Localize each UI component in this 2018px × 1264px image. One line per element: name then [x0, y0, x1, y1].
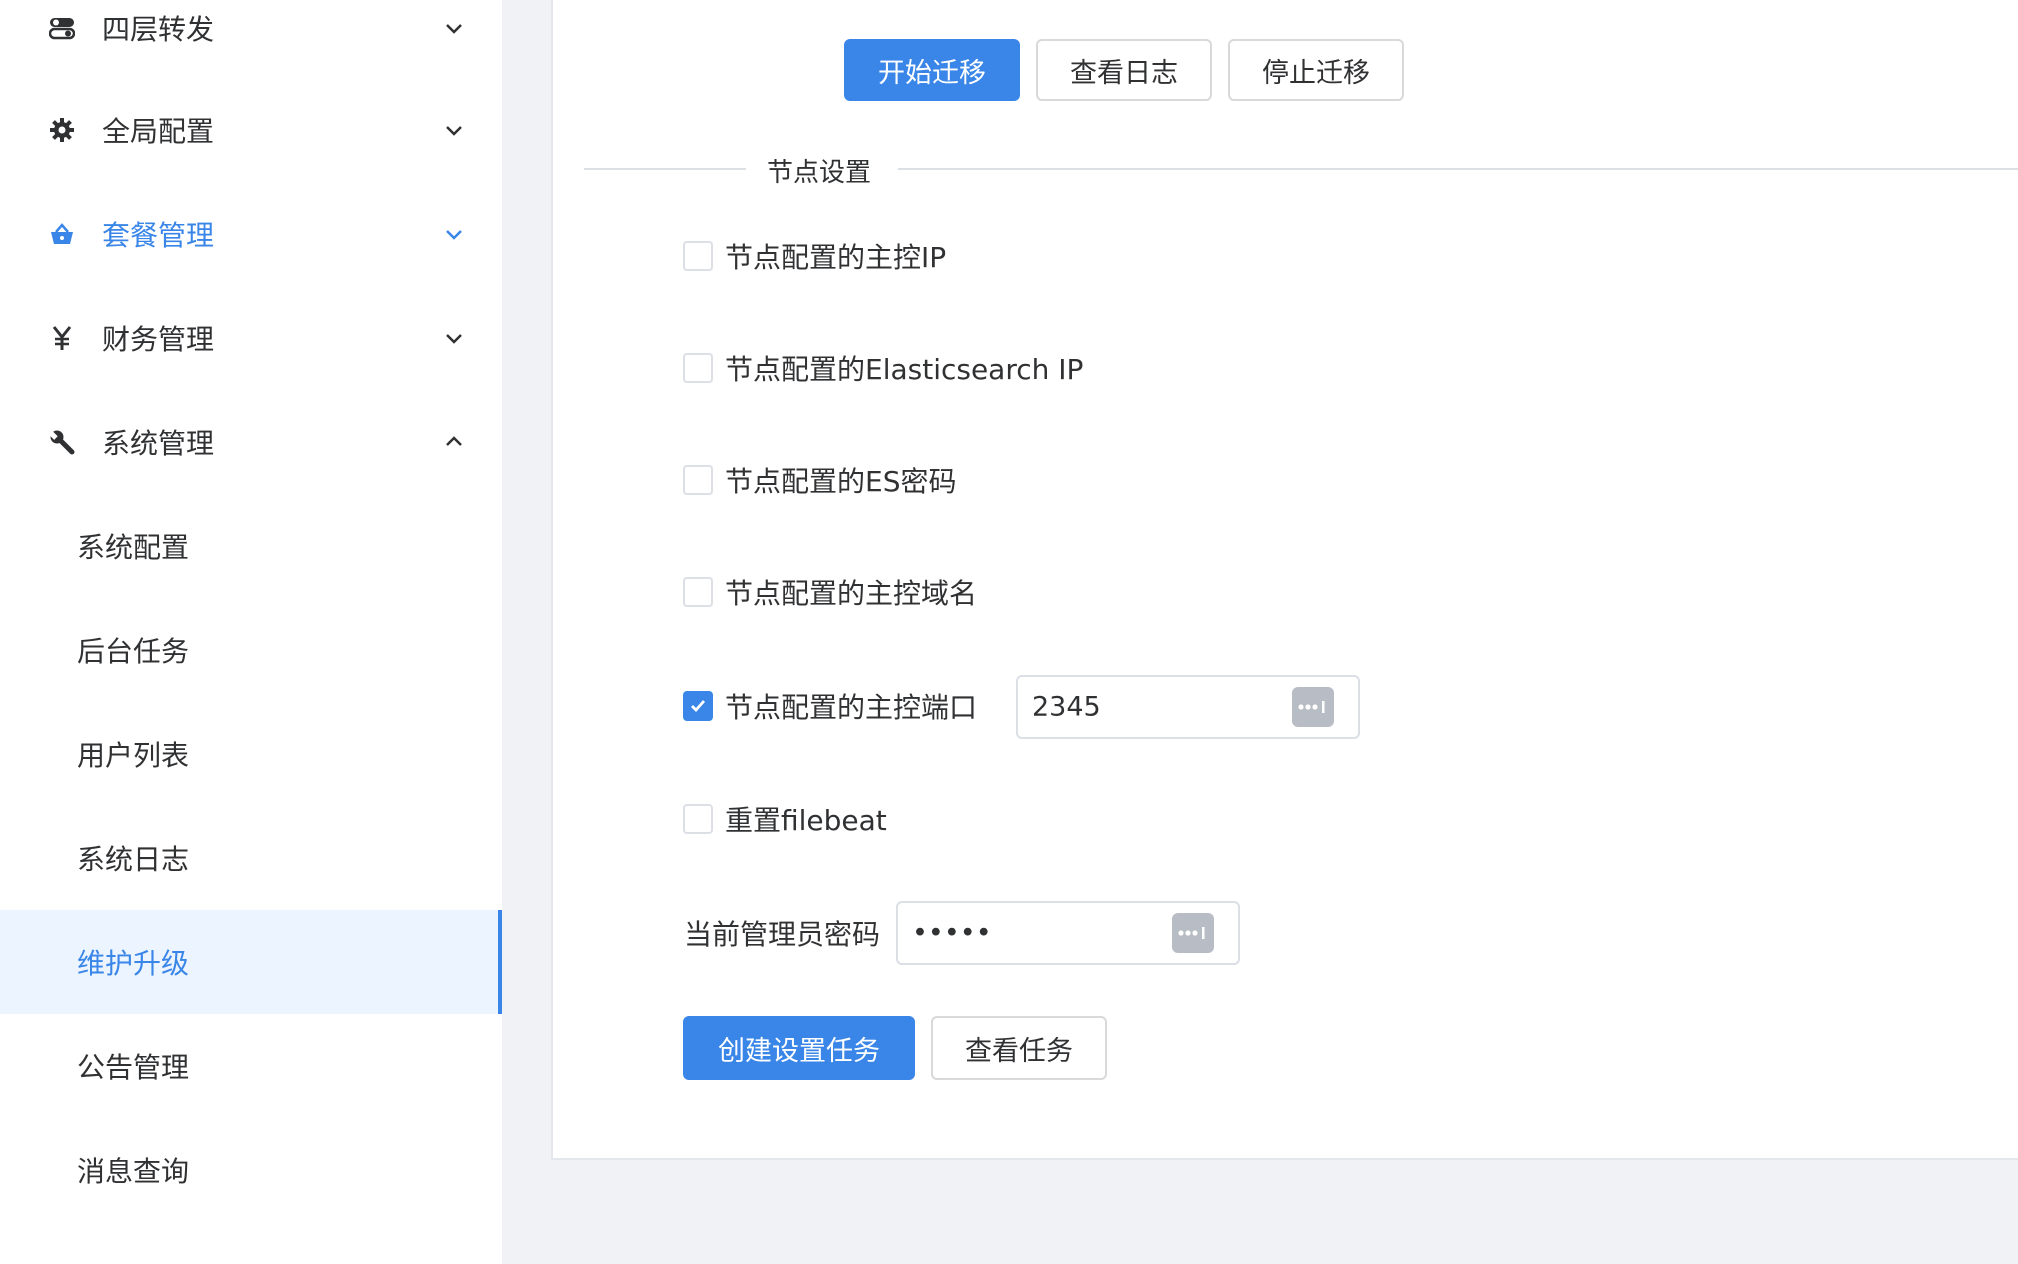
sidebar-item-label: 维护升级 [77, 947, 190, 980]
admin-password-input[interactable]: ••••• [896, 901, 1240, 965]
toggle-icon [48, 14, 76, 42]
sidebar-item-label: 系统配置 [77, 531, 190, 564]
sidebar-item-label: 公告管理 [77, 1051, 190, 1084]
admin-password-value: ••••• [912, 917, 992, 949]
chevron-down-icon [442, 222, 466, 246]
create-settings-task-button[interactable]: 创建设置任务 [683, 1016, 915, 1080]
option-elasticsearch-ip[interactable]: 节点配置的Elasticsearch IP [683, 348, 1083, 388]
checkbox[interactable] [683, 804, 713, 834]
sidebar: 四层转发 全局配置 套餐管理 财务管理 系统管理 系统配置 后台任务 用户列表 … [0, 0, 502, 1264]
menu-package-management[interactable]: 套餐管理 [0, 182, 502, 286]
menu-label: 套餐管理 [102, 219, 215, 252]
sidebar-item-label: 用户列表 [77, 739, 190, 772]
sidebar-item-system-logs[interactable]: 系统日志 [0, 806, 502, 910]
app-root: 四层转发 全局配置 套餐管理 财务管理 系统管理 系统配置 后台任务 用户列表 … [0, 0, 2018, 1264]
sidebar-item-system-config[interactable]: 系统配置 [0, 494, 502, 598]
menu-label: 财务管理 [102, 323, 215, 356]
master-port-value: 2345 [1032, 691, 1101, 723]
option-es-password[interactable]: 节点配置的ES密码 [683, 460, 956, 500]
divider-line-left [584, 168, 746, 170]
menu-layer4-forward[interactable]: 四层转发 [0, 0, 502, 80]
password-manager-icon[interactable] [1172, 913, 1214, 953]
basket-icon [48, 220, 76, 248]
option-master-domain[interactable]: 节点配置的主控域名 [683, 572, 977, 612]
chevron-down-icon [442, 16, 466, 40]
option-label: 节点配置的ES密码 [725, 465, 957, 498]
menu-label: 系统管理 [102, 427, 215, 460]
stop-migration-button[interactable]: 停止迁移 [1228, 39, 1404, 101]
option-label: 节点配置的主控域名 [725, 577, 978, 610]
chevron-down-icon [442, 326, 466, 350]
option-label: 节点配置的主控端口 [725, 691, 978, 724]
menu-global-config[interactable]: 全局配置 [0, 78, 502, 182]
check-icon [691, 700, 706, 713]
admin-password-label: 当前管理员密码 [684, 918, 881, 951]
chevron-up-icon [442, 430, 466, 454]
option-master-port[interactable]: 节点配置的主控端口 [683, 686, 977, 726]
sidebar-item-announcements[interactable]: 公告管理 [0, 1014, 502, 1118]
option-master-ip[interactable]: 节点配置的主控IP [683, 236, 946, 276]
view-log-button[interactable]: 查看日志 [1036, 39, 1212, 101]
checkbox[interactable] [683, 241, 713, 271]
checkbox[interactable] [683, 577, 713, 607]
option-label: 重置filebeat [725, 804, 887, 837]
sidebar-item-background-tasks[interactable]: 后台任务 [0, 598, 502, 702]
wrench-icon [48, 428, 76, 456]
sidebar-item-maintenance-upgrade[interactable]: 维护升级 [0, 910, 502, 1014]
sidebar-item-label: 消息查询 [77, 1155, 190, 1188]
chevron-down-icon [442, 118, 466, 142]
sidebar-item-user-list[interactable]: 用户列表 [0, 702, 502, 806]
menu-system-management[interactable]: 系统管理 [0, 390, 502, 494]
sidebar-item-label: 后台任务 [77, 635, 190, 668]
menu-label: 四层转发 [102, 13, 215, 46]
menu-finance-management[interactable]: 财务管理 [0, 286, 502, 390]
checkbox[interactable] [683, 465, 713, 495]
checkbox[interactable] [683, 353, 713, 383]
checkbox-checked[interactable] [683, 691, 713, 721]
divider-line-right [898, 168, 2018, 170]
master-port-input[interactable]: 2345 [1016, 675, 1360, 739]
option-reset-filebeat[interactable]: 重置filebeat [683, 799, 887, 839]
password-manager-icon[interactable] [1292, 687, 1334, 727]
menu-label: 全局配置 [102, 115, 215, 148]
gear-icon [48, 116, 76, 144]
option-label: 节点配置的主控IP [725, 241, 947, 274]
start-migration-button[interactable]: 开始迁移 [844, 39, 1020, 101]
node-settings-divider-title: 节点设置 [767, 158, 872, 188]
sidebar-item-label: 系统日志 [77, 843, 190, 876]
sidebar-item-message-query[interactable]: 消息查询 [0, 1118, 502, 1222]
option-label: 节点配置的Elasticsearch IP [725, 353, 1084, 386]
yen-icon [48, 324, 76, 352]
view-tasks-button[interactable]: 查看任务 [931, 1016, 1107, 1080]
